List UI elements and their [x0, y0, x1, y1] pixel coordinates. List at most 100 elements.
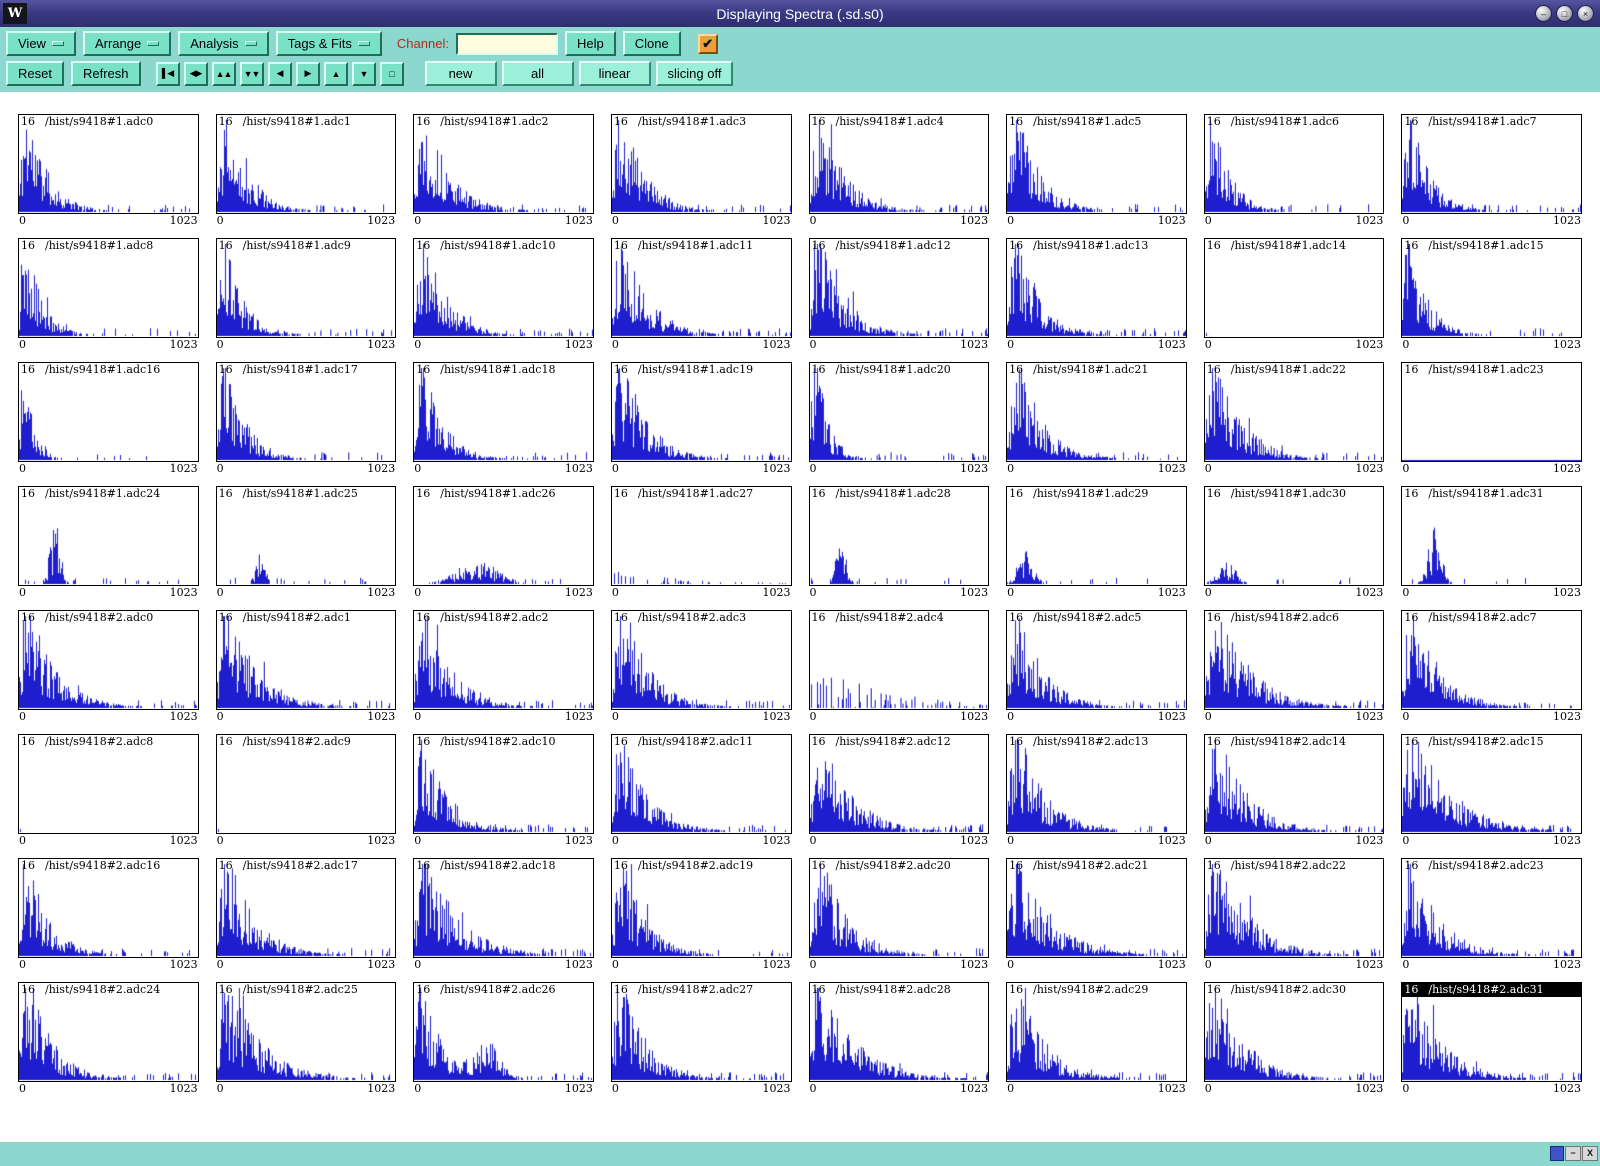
spectrum-panel[interactable]: 16 /hist/s9418#1.adc9 0 1023 [216, 238, 397, 351]
spectrum-panel[interactable]: 16 /hist/s9418#1.adc7 0 1023 [1401, 114, 1582, 227]
corner-close-button[interactable]: X [1582, 1146, 1598, 1161]
spectrum-panel[interactable]: 16 /hist/s9418#1.adc11 0 1023 [611, 238, 792, 351]
spectrum-panel[interactable]: 16 /hist/s9418#1.adc0 0 1023 [18, 114, 199, 227]
spectrum-panel[interactable]: 16 /hist/s9418#1.adc16 0 1023 [18, 362, 199, 475]
scroll-down-button[interactable]: ▼▼ [240, 62, 264, 86]
spectrum-panel[interactable]: 16 /hist/s9418#2.adc5 0 1023 [1006, 610, 1187, 723]
single-pane-button[interactable]: □ [380, 62, 404, 86]
spectrum-panel[interactable]: 16 /hist/s9418#2.adc8 0 1023 [18, 734, 199, 847]
channel-input[interactable] [456, 33, 558, 55]
x-min-label: 0 [612, 462, 619, 475]
spectrum-panel[interactable]: 16 /hist/s9418#2.adc6 0 1023 [1204, 610, 1385, 723]
new-button[interactable]: new [425, 61, 497, 86]
spectrum-frame: 16 /hist/s9418#1.adc30 [1204, 486, 1385, 586]
analysis-menu-button[interactable]: Analysis [178, 31, 268, 56]
spectrum-panel[interactable]: 16 /hist/s9418#1.adc28 0 1023 [809, 486, 990, 599]
spectrum-x-axis: 0 1023 [611, 958, 792, 971]
spectrum-panel[interactable]: 16 /hist/s9418#2.adc21 0 1023 [1006, 858, 1187, 971]
spectrum-panel[interactable]: 16 /hist/s9418#2.adc3 0 1023 [611, 610, 792, 723]
view-menu-button[interactable]: View [6, 31, 76, 56]
spectrum-panel[interactable]: 16 /hist/s9418#1.adc18 0 1023 [413, 362, 594, 475]
spectrum-panel[interactable]: 16 /hist/s9418#1.adc6 0 1023 [1204, 114, 1385, 227]
spectrum-panel[interactable]: 16 /hist/s9418#2.adc18 0 1023 [413, 858, 594, 971]
x-min-label: 0 [1205, 958, 1212, 971]
spectrum-panel[interactable]: 16 /hist/s9418#1.adc27 0 1023 [611, 486, 792, 599]
spectrum-panel[interactable]: 16 /hist/s9418#1.adc23 0 1023 [1401, 362, 1582, 475]
arrange-menu-button[interactable]: Arrange [83, 31, 171, 56]
spectrum-panel[interactable]: 16 /hist/s9418#1.adc15 0 1023 [1401, 238, 1582, 351]
spectrum-panel[interactable]: 16 /hist/s9418#2.adc9 0 1023 [216, 734, 397, 847]
spectrum-panel[interactable]: 16 /hist/s9418#2.adc25 0 1023 [216, 982, 397, 1095]
swap-pane-button[interactable]: ◀▶ [184, 62, 208, 86]
reset-button[interactable]: Reset [6, 61, 64, 86]
linear-button[interactable]: linear [579, 61, 651, 86]
spectrum-panel[interactable]: 16 /hist/s9418#2.adc1 0 1023 [216, 610, 397, 723]
first-pane-button[interactable]: ▌◀ [156, 62, 180, 86]
spectrum-panel[interactable]: 16 /hist/s9418#1.adc2 0 1023 [413, 114, 594, 227]
spectrum-panel[interactable]: 16 /hist/s9418#2.adc4 0 1023 [809, 610, 990, 723]
close-button[interactable]: × [1577, 5, 1594, 22]
spectrum-panel[interactable]: 16 /hist/s9418#1.adc25 0 1023 [216, 486, 397, 599]
spectrum-panel[interactable]: 16 /hist/s9418#2.adc22 0 1023 [1204, 858, 1385, 971]
spectrum-frame: 16 /hist/s9418#2.adc18 [413, 858, 594, 958]
window-menu-icon[interactable]: W [3, 3, 27, 24]
spectrum-panel[interactable]: 16 /hist/s9418#1.adc4 0 1023 [809, 114, 990, 227]
spectrum-panel[interactable]: 16 /hist/s9418#2.adc10 0 1023 [413, 734, 594, 847]
status-checkbox[interactable]: ✔ [698, 34, 718, 54]
all-button[interactable]: all [502, 61, 574, 86]
spectrum-panel[interactable]: 16 /hist/s9418#1.adc14 0 1023 [1204, 238, 1385, 351]
spectrum-panel[interactable]: 16 /hist/s9418#1.adc5 0 1023 [1006, 114, 1187, 227]
tags-fits-menu-button[interactable]: Tags & Fits [276, 31, 382, 56]
corner-minimize-button[interactable]: − [1565, 1146, 1581, 1161]
refresh-button[interactable]: Refresh [71, 61, 141, 86]
spectrum-panel[interactable]: 16 /hist/s9418#2.adc0 0 1023 [18, 610, 199, 723]
spectrum-panel[interactable]: 16 /hist/s9418#1.adc13 0 1023 [1006, 238, 1187, 351]
pane-down-button[interactable]: ▼ [352, 62, 376, 86]
spectrum-panel[interactable]: 16 /hist/s9418#1.adc20 0 1023 [809, 362, 990, 475]
spectrum-panel[interactable]: 16 /hist/s9418#1.adc24 0 1023 [18, 486, 199, 599]
pane-right-button[interactable]: ▶ [296, 62, 320, 86]
spectrum-panel[interactable]: 16 /hist/s9418#1.adc29 0 1023 [1006, 486, 1187, 599]
spectrum-panel[interactable]: 16 /hist/s9418#2.adc7 0 1023 [1401, 610, 1582, 723]
spectrum-panel[interactable]: 16 /hist/s9418#2.adc17 0 1023 [216, 858, 397, 971]
pane-up-button[interactable]: ▲ [324, 62, 348, 86]
spectrum-panel[interactable]: 16 /hist/s9418#1.adc17 0 1023 [216, 362, 397, 475]
clone-button[interactable]: Clone [623, 31, 681, 56]
spectrum-panel[interactable]: 16 /hist/s9418#2.adc24 0 1023 [18, 982, 199, 1095]
pane-left-button[interactable]: ◀ [268, 62, 292, 86]
spectrum-panel[interactable]: 16 /hist/s9418#2.adc2 0 1023 [413, 610, 594, 723]
spectrum-panel[interactable]: 16 /hist/s9418#1.adc3 0 1023 [611, 114, 792, 227]
spectrum-panel[interactable]: 16 /hist/s9418#1.adc10 0 1023 [413, 238, 594, 351]
slicing-button[interactable]: slicing off [656, 61, 734, 86]
spectrum-panel[interactable]: 16 /hist/s9418#2.adc26 0 1023 [413, 982, 594, 1095]
spectrum-panel[interactable]: 16 /hist/s9418#1.adc31 0 1023 [1401, 486, 1582, 599]
spectrum-panel[interactable]: 16 /hist/s9418#2.adc29 0 1023 [1006, 982, 1187, 1095]
spectrum-panel[interactable]: 16 /hist/s9418#2.adc23 0 1023 [1401, 858, 1582, 971]
minimize-button[interactable]: ‒ [1535, 5, 1552, 22]
spectrum-panel[interactable]: 16 /hist/s9418#1.adc22 0 1023 [1204, 362, 1385, 475]
maximize-button[interactable]: □ [1556, 5, 1573, 22]
spectrum-panel[interactable]: 16 /hist/s9418#2.adc31 0 1023 [1401, 982, 1582, 1095]
spectrum-panel[interactable]: 16 /hist/s9418#2.adc27 0 1023 [611, 982, 792, 1095]
spectrum-panel[interactable]: 16 /hist/s9418#1.adc19 0 1023 [611, 362, 792, 475]
x-min-label: 0 [1205, 834, 1212, 847]
spectrum-panel[interactable]: 16 /hist/s9418#1.adc8 0 1023 [18, 238, 199, 351]
spectrum-panel[interactable]: 16 /hist/s9418#2.adc15 0 1023 [1401, 734, 1582, 847]
spectrum-panel[interactable]: 16 /hist/s9418#2.adc11 0 1023 [611, 734, 792, 847]
spectrum-panel[interactable]: 16 /hist/s9418#1.adc12 0 1023 [809, 238, 990, 351]
help-button[interactable]: Help [565, 31, 616, 56]
spectrum-panel[interactable]: 16 /hist/s9418#2.adc19 0 1023 [611, 858, 792, 971]
spectrum-panel[interactable]: 16 /hist/s9418#1.adc30 0 1023 [1204, 486, 1385, 599]
spectrum-panel[interactable]: 16 /hist/s9418#2.adc28 0 1023 [809, 982, 990, 1095]
spectrum-panel[interactable]: 16 /hist/s9418#1.adc1 0 1023 [216, 114, 397, 227]
spectrum-panel[interactable]: 16 /hist/s9418#2.adc30 0 1023 [1204, 982, 1385, 1095]
spectrum-panel[interactable]: 16 /hist/s9418#2.adc14 0 1023 [1204, 734, 1385, 847]
spectrum-panel[interactable]: 16 /hist/s9418#1.adc21 0 1023 [1006, 362, 1187, 475]
spectrum-panel[interactable]: 16 /hist/s9418#2.adc13 0 1023 [1006, 734, 1187, 847]
x-min-label: 0 [414, 834, 421, 847]
spectrum-panel[interactable]: 16 /hist/s9418#2.adc20 0 1023 [809, 858, 990, 971]
spectrum-panel[interactable]: 16 /hist/s9418#1.adc26 0 1023 [413, 486, 594, 599]
spectrum-panel[interactable]: 16 /hist/s9418#2.adc12 0 1023 [809, 734, 990, 847]
spectrum-panel[interactable]: 16 /hist/s9418#2.adc16 0 1023 [18, 858, 199, 971]
scroll-up-button[interactable]: ▲▲ [212, 62, 236, 86]
